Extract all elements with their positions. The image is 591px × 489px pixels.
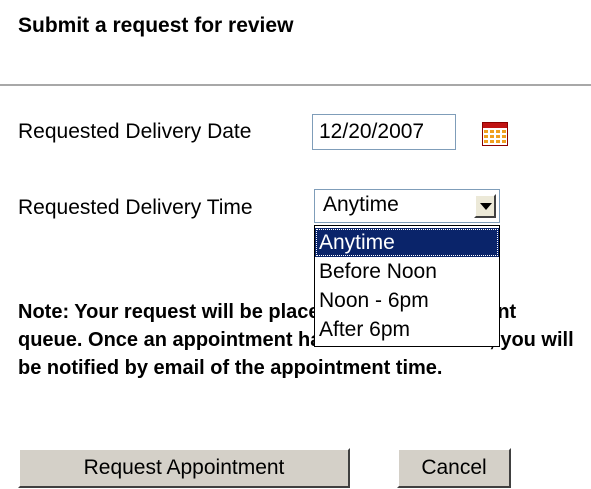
dropdown-option-after-6pm[interactable]: After 6pm (315, 315, 499, 344)
dropdown-option-before-noon[interactable]: Before Noon (315, 257, 499, 286)
delivery-date-input[interactable] (312, 114, 456, 150)
chevron-down-icon[interactable] (474, 194, 496, 218)
request-appointment-button[interactable]: Request Appointment (18, 448, 350, 488)
dropdown-option-noon-6pm[interactable]: Noon - 6pm (315, 286, 499, 315)
delivery-date-label: Requested Delivery Date (18, 120, 252, 143)
delivery-time-label: Requested Delivery Time (18, 196, 253, 219)
delivery-time-select[interactable]: Anytime (314, 189, 500, 223)
calendar-icon[interactable] (482, 122, 508, 146)
delivery-time-selected-value: Anytime (323, 193, 399, 216)
header-divider (0, 84, 591, 86)
delivery-time-dropdown-list: Anytime Before Noon Noon - 6pm After 6pm (314, 225, 500, 347)
dropdown-option-anytime[interactable]: Anytime (315, 228, 499, 257)
cancel-button[interactable]: Cancel (397, 448, 511, 488)
panel-title: Submit a request for review (18, 14, 294, 37)
